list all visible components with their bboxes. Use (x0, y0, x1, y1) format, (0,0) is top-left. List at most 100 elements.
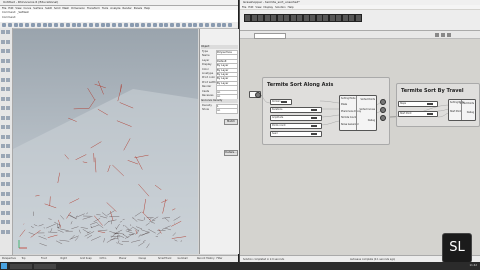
toolbar-tool-icon[interactable] (129, 23, 134, 27)
status-toggle[interactable]: Gumball (178, 257, 188, 260)
left-tool-icon[interactable] (6, 172, 10, 177)
left-tool-icon[interactable] (1, 115, 5, 120)
left-tool-icon[interactable] (6, 182, 10, 186)
status-toggle[interactable]: Filter (217, 257, 223, 260)
toolbar-tool-icon[interactable] (141, 23, 146, 27)
component-input[interactable]: Pixels (341, 103, 347, 106)
canvas-zoom-field[interactable] (254, 32, 286, 39)
status-toggle[interactable]: Front (41, 257, 47, 260)
status-toggle[interactable]: Perspective (2, 257, 16, 260)
left-tool-icon[interactable] (6, 39, 10, 44)
axis-slider-domain[interactable]: Domain (270, 99, 292, 105)
toolbar-tool-icon[interactable] (193, 23, 198, 27)
component-output[interactable]: Sorted Points (361, 98, 375, 101)
left-tool-icon[interactable] (6, 68, 10, 72)
axis-slider-amplitude[interactable]: Amplitude (270, 115, 322, 121)
axis-output-preview-2[interactable] (380, 107, 386, 113)
toolbar-tool-icon[interactable] (118, 23, 122, 27)
details-button[interactable]: Details... (202, 150, 238, 156)
left-tool-icon[interactable] (1, 96, 5, 101)
left-tool-icon[interactable] (1, 134, 5, 139)
left-tool-icon[interactable] (6, 125, 10, 129)
status-toggle[interactable]: Ortho (100, 257, 107, 260)
toolbar-tool-icon[interactable] (216, 23, 221, 27)
toolbar-tool-icon[interactable] (199, 23, 204, 27)
left-tool-icon[interactable] (1, 144, 5, 148)
left-tool-icon[interactable] (6, 153, 10, 158)
toolbar-tool-icon[interactable] (36, 23, 41, 27)
toolbar-tool-icon[interactable] (228, 23, 233, 27)
gh-component-icon[interactable] (354, 14, 362, 22)
left-tool-icon[interactable] (6, 144, 10, 148)
toolbar-tool-icon[interactable] (60, 23, 64, 27)
toolbar-tool-icon[interactable] (152, 23, 157, 27)
toolbar-tool-icon[interactable] (123, 23, 128, 27)
status-toggle[interactable]: Top (22, 257, 26, 260)
left-tool-icon[interactable] (1, 39, 5, 44)
left-tool-icon[interactable] (6, 115, 10, 120)
status-toggle[interactable]: Grid Snap (80, 257, 92, 260)
wire-display-icon[interactable] (441, 32, 445, 37)
component-input[interactable]: Termite Count (341, 116, 356, 119)
toolbar-tool-icon[interactable] (187, 23, 192, 27)
toolbar-tool-icon[interactable] (65, 23, 70, 27)
left-tool-icon[interactable] (1, 229, 5, 234)
left-tool-icon[interactable] (6, 87, 10, 91)
toolbar-tool-icon[interactable] (13, 23, 18, 27)
toolbar-tool-icon[interactable] (25, 23, 30, 27)
toolbar-tool-icon[interactable] (106, 23, 111, 27)
left-tool-icon[interactable] (1, 49, 5, 53)
left-tool-icon[interactable] (1, 68, 5, 72)
left-tool-icon[interactable] (1, 182, 5, 186)
toolbar-tool-icon[interactable] (19, 23, 24, 27)
toolbar-tool-icon[interactable] (48, 23, 53, 27)
taskbar-app-rhino[interactable] (10, 263, 32, 269)
toolbar-tool-icon[interactable] (147, 23, 151, 27)
status-toggle[interactable]: Planar (119, 257, 127, 260)
left-tool-icon[interactable] (6, 134, 10, 139)
left-tool-icon[interactable] (6, 106, 10, 110)
toolbar-tool-icon[interactable] (170, 23, 175, 27)
left-tool-icon[interactable] (1, 106, 5, 110)
component-input[interactable]: Pheromone Decay (341, 110, 361, 113)
left-tool-icon[interactable] (1, 77, 5, 82)
toolbar-tool-icon[interactable] (112, 23, 117, 27)
bake-icon[interactable] (447, 32, 451, 37)
component-input[interactable]: Sorting Mode (341, 97, 356, 100)
left-tool-icon[interactable] (6, 220, 10, 224)
toolbar-tool-icon[interactable] (54, 23, 59, 27)
left-tool-icon[interactable] (6, 30, 10, 34)
component-output[interactable]: Sorted Curves (359, 108, 375, 111)
toolbar-tool-icon[interactable] (94, 23, 99, 27)
component-output[interactable]: Debug (467, 111, 474, 114)
toolbar-tool-icon[interactable] (77, 23, 82, 27)
left-tool-icon[interactable] (1, 201, 5, 205)
termite-sort-travel-component[interactable]: Sorting Mode Start Point Sorted Points Debu… (448, 99, 476, 121)
left-tool-icon[interactable] (1, 153, 5, 158)
match-button[interactable]: Match (202, 119, 238, 125)
left-tool-icon[interactable] (1, 172, 5, 177)
status-toggle[interactable]: SmartTrack (158, 257, 172, 260)
component-output[interactable]: Debug (368, 119, 375, 122)
travel-slider-steps[interactable]: Steps (398, 101, 438, 107)
toolbar-tool-icon[interactable] (31, 23, 35, 27)
toolbar-tool-icon[interactable] (89, 23, 93, 27)
toolbar-tool-icon[interactable] (164, 23, 169, 27)
axis-output-preview-3[interactable] (380, 115, 386, 121)
status-toggle[interactable]: Osnap (139, 257, 147, 260)
toolbar-tool-icon[interactable] (205, 23, 209, 27)
toolbar-tool-icon[interactable] (210, 23, 215, 27)
left-tool-icon[interactable] (6, 58, 10, 63)
left-tool-icon[interactable] (6, 229, 10, 234)
left-tool-icon[interactable] (1, 191, 5, 196)
isocurve-value[interactable]: on (216, 108, 238, 114)
toolbar-tool-icon[interactable] (71, 23, 76, 27)
left-tool-icon[interactable] (6, 191, 10, 196)
toolbar-tool-icon[interactable] (42, 23, 47, 27)
left-tool-icon[interactable] (1, 163, 5, 167)
taskbar-app-grasshopper[interactable] (34, 263, 56, 269)
left-tool-icon[interactable] (6, 210, 10, 215)
axis-slider-iterations[interactable]: Iterations (270, 107, 322, 113)
toolbar-tool-icon[interactable] (2, 23, 6, 27)
left-tool-icon[interactable] (6, 96, 10, 101)
